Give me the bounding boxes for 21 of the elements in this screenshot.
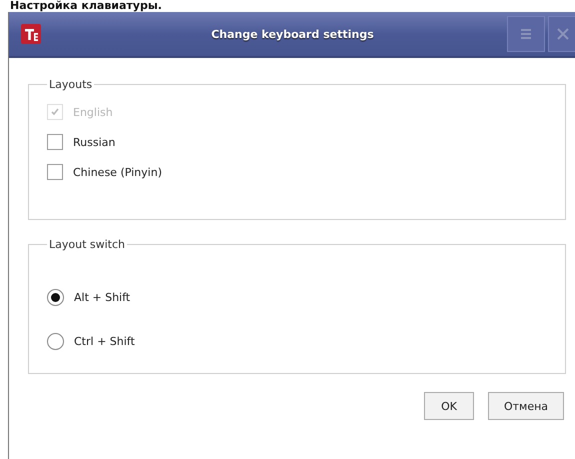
option-label: Alt + Shift	[74, 290, 130, 304]
group-title: Layout switch	[48, 238, 126, 251]
option-label: Russian	[73, 136, 116, 148]
page-heading: Настройка клавиатуры.	[9, 0, 163, 12]
checkbox[interactable]	[47, 134, 63, 150]
ok-button[interactable]: OK	[424, 392, 474, 420]
radio-button[interactable]	[47, 332, 64, 350]
cancel-button[interactable]: Отмена	[488, 392, 564, 420]
window-title: Change keyboard settings	[210, 28, 375, 40]
option-label: Chinese (Pinyin)	[73, 166, 162, 178]
option-label: English	[73, 106, 113, 118]
radio-button[interactable]	[47, 288, 64, 306]
close-icon	[557, 28, 569, 40]
menu-button[interactable]	[507, 16, 545, 52]
close-button[interactable]	[548, 16, 575, 52]
checkbox[interactable]	[47, 164, 63, 180]
check-icon	[50, 107, 60, 117]
app-logo-icon	[21, 24, 41, 44]
option-label: Ctrl + Shift	[74, 334, 135, 348]
group-title: Layouts	[48, 78, 94, 91]
menu-icon	[520, 28, 532, 40]
